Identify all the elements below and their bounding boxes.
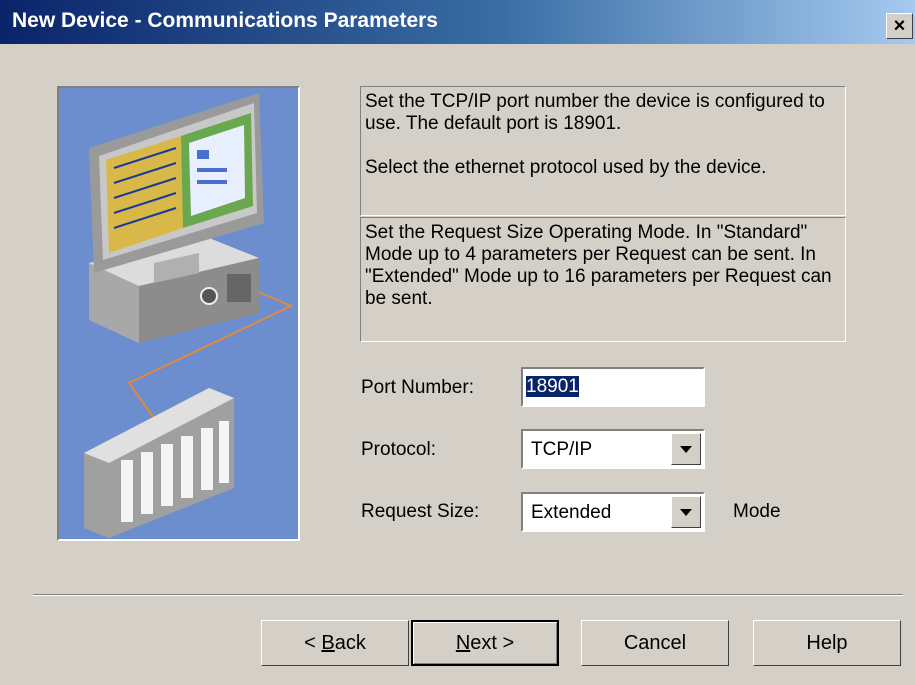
- chevron-down-icon: [680, 508, 692, 516]
- protocol-select[interactable]: TCP/IP: [521, 429, 705, 469]
- help-button[interactable]: Help: [753, 620, 901, 666]
- next-button-label: Next >: [455, 631, 515, 654]
- protocol-dropdown-button[interactable]: [671, 433, 701, 465]
- cancel-button[interactable]: Cancel: [581, 620, 729, 666]
- device-illustration: [57, 86, 300, 541]
- port-number-input[interactable]: 18901: [521, 367, 705, 407]
- request-size-value: Extended: [531, 502, 612, 523]
- chevron-down-icon: [680, 445, 692, 453]
- computer-connected-to-plc-illustration: [84, 93, 294, 538]
- request-size-label: Request Size:: [361, 501, 480, 522]
- protocol-value: TCP/IP: [531, 439, 593, 460]
- info-panel-request-size: Set the Request Size Operating Mode. In …: [360, 217, 846, 342]
- cancel-button-label: Cancel: [623, 631, 687, 654]
- request-size-select[interactable]: Extended: [521, 492, 705, 532]
- button-separator: [33, 594, 903, 596]
- info-panel-port-protocol: Set the TCP/IP port number the device is…: [360, 86, 846, 216]
- port-number-value: 18901: [526, 376, 579, 397]
- info-protocol-text: Select the ethernet protocol used by the…: [365, 157, 767, 178]
- protocol-label: Protocol:: [361, 439, 436, 460]
- back-button-label: < Back: [304, 631, 366, 654]
- close-icon: ×: [893, 15, 906, 37]
- request-size-dropdown-button[interactable]: [671, 496, 701, 528]
- next-button[interactable]: Next >: [411, 620, 559, 666]
- back-button[interactable]: < Back: [261, 620, 409, 666]
- window-title: New Device - Communications Parameters: [12, 9, 438, 32]
- info-port-text: Set the TCP/IP port number the device is…: [365, 91, 825, 134]
- mode-suffix-label: Mode: [733, 501, 781, 522]
- dialog-window: New Device - Communications Parameters ×: [0, 0, 915, 685]
- help-button-label: Help: [806, 631, 848, 654]
- close-button[interactable]: ×: [886, 13, 913, 39]
- info-request-size-text: Set the Request Size Operating Mode. In …: [365, 222, 832, 309]
- port-number-label: Port Number:: [361, 377, 474, 398]
- title-bar[interactable]: New Device - Communications Parameters ×: [0, 0, 915, 44]
